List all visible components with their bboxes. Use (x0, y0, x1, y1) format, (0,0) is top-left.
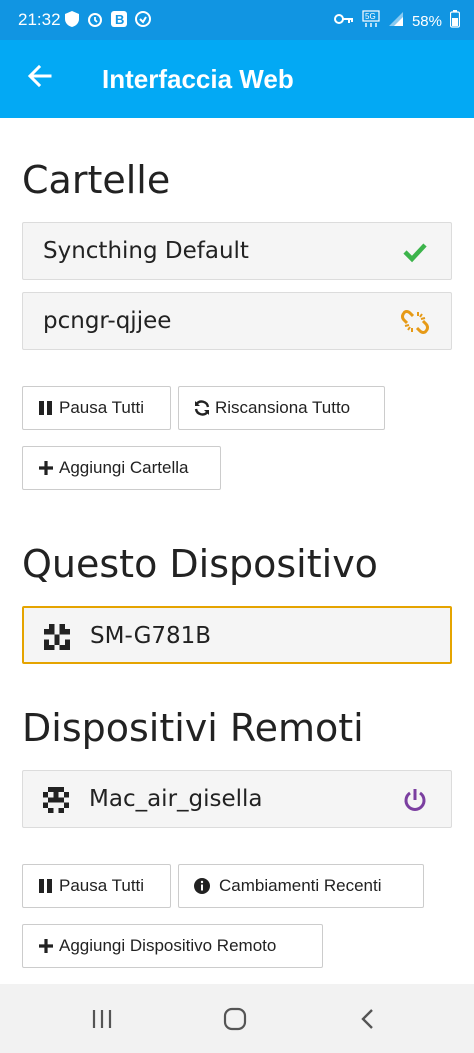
device-identicon-icon (44, 624, 70, 650)
svg-text:5G: 5G (365, 12, 376, 21)
battery-percent: 58% (411, 12, 442, 30)
system-navigation-bar (0, 984, 474, 1053)
nav-back-icon[interactable] (350, 1004, 390, 1034)
pause-all-label: Pausa Tutti (59, 398, 145, 417)
5g-icon: 5G (362, 10, 380, 32)
folder-item-pcngr-qjjee[interactable]: pcngr-qjjee (22, 292, 452, 350)
recent-changes-button[interactable]: Cambiamenti Recenti (178, 864, 424, 908)
this-device-item[interactable]: SM-G781B (22, 606, 452, 664)
refresh-icon (193, 399, 211, 417)
remote-device-name: Mac_air_gisella (89, 786, 263, 812)
pause-all-devices-button[interactable]: Pausa Tutti (22, 864, 171, 908)
pause-icon (37, 877, 55, 895)
add-folder-label: Aggiungi Cartella (59, 458, 189, 477)
remote-devices-heading: Dispositivi Remoti (22, 706, 364, 750)
folder-label: pcngr-qjjee (43, 308, 172, 334)
info-icon (193, 877, 211, 895)
main-content: Cartelle Syncthing Default pcngr-qjjee P… (0, 118, 474, 984)
pause-icon (37, 399, 55, 417)
app-bar: Interfaccia Web (0, 40, 474, 118)
plus-icon (37, 937, 55, 955)
b-app-icon: B (110, 10, 128, 32)
status-left-icons: B (64, 10, 152, 32)
pause-all-folders-button[interactable]: Pausa Tutti (22, 386, 171, 430)
this-device-heading: Questo Dispositivo (22, 542, 378, 586)
key-icon (333, 12, 354, 30)
svg-text:B: B (115, 12, 124, 27)
status-bar: 21:32 B 5G 58% (0, 0, 474, 40)
this-device-name: SM-G781B (90, 623, 212, 649)
add-remote-device-label: Aggiungi Dispositivo Remoto (59, 936, 277, 955)
broken-link-icon (401, 308, 429, 336)
recent-apps-icon[interactable] (82, 1004, 122, 1034)
power-icon (401, 786, 429, 814)
folder-item-syncthing-default[interactable]: Syncthing Default (22, 222, 452, 280)
add-remote-device-button[interactable]: Aggiungi Dispositivo Remoto (22, 924, 323, 968)
folders-heading: Cartelle (22, 158, 171, 202)
signal-icon (388, 11, 404, 31)
rescan-all-button[interactable]: Riscansiona Tutto (178, 386, 385, 430)
recent-changes-label: Cambiamenti Recenti (219, 876, 382, 895)
rescan-all-label: Riscansiona Tutto (215, 398, 351, 417)
add-folder-button[interactable]: Aggiungi Cartella (22, 446, 221, 490)
check-icon (401, 238, 429, 266)
pause-all-label: Pausa Tutti (59, 876, 145, 895)
back-arrow-icon[interactable] (24, 60, 56, 92)
page-title: Interfaccia Web (102, 64, 294, 94)
shield-icon (64, 10, 80, 32)
battery-icon (449, 10, 461, 32)
sync-icon (134, 10, 152, 32)
folder-label: Syncthing Default (43, 238, 249, 264)
device-identicon-icon (43, 787, 69, 813)
status-right-icons: 5G 58% (333, 10, 461, 32)
alarm-icon (86, 10, 104, 32)
home-icon[interactable] (216, 1004, 256, 1034)
status-time: 21:32 (18, 10, 61, 29)
plus-icon (37, 459, 55, 477)
remote-device-item-mac-air[interactable]: Mac_air_gisella (22, 770, 452, 828)
